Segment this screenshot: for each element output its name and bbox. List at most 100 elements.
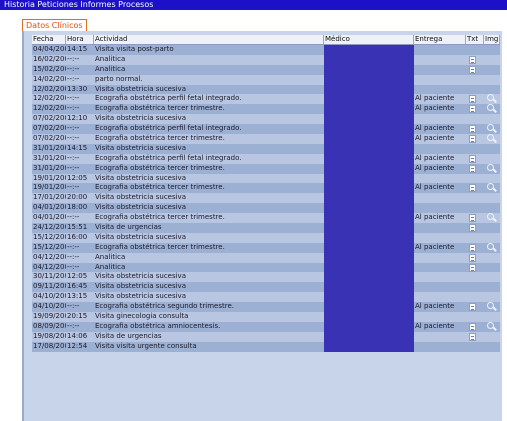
table-row[interactable]: 15/12/200616:00 Visita obstetricia sucesi… <box>32 232 500 243</box>
menu-bar[interactable]: Historia Peticiones Informes Procesos <box>0 0 507 10</box>
document-icon[interactable] <box>469 184 476 193</box>
header-txt[interactable]: Txt <box>466 35 484 44</box>
magnifier-icon[interactable] <box>487 124 494 132</box>
header-medico[interactable]: Médico <box>324 35 414 44</box>
table-row[interactable]: 19/09/200620:15 Visita ginecologia consul… <box>32 312 500 322</box>
cell-fecha: 15/12/2006 <box>33 232 66 241</box>
document-icon[interactable] <box>469 105 476 114</box>
table-row[interactable]: 15/12/2006--:-- Ecografia obstétrica terc… <box>32 242 500 253</box>
document-icon[interactable] <box>469 322 476 331</box>
table-row[interactable]: 15/02/2007--:-- Analitica <box>32 64 500 75</box>
table-row[interactable]: 04/12/2006--:-- Analitica <box>32 262 500 273</box>
cell-medico <box>324 282 414 293</box>
cell-fecha: 07/02/2007 <box>33 124 66 133</box>
header-actividad[interactable]: Actividad <box>94 35 324 44</box>
cell-img <box>484 282 500 292</box>
cell-hora: 12:54 <box>67 341 88 350</box>
magnifier-icon[interactable] <box>487 302 494 310</box>
table-row[interactable]: 09/11/200616:45 Visita obstetricia sucesi… <box>32 282 500 293</box>
document-icon[interactable] <box>469 154 476 163</box>
cell-txt <box>466 164 484 174</box>
table-row[interactable]: 19/01/2007--:-- Ecografia obstétrica terc… <box>32 183 500 194</box>
document-icon[interactable] <box>469 224 476 233</box>
cell-fecha: 19/08/2006 <box>33 331 66 340</box>
menu-bar-text[interactable]: Historia Peticiones Informes Procesos <box>4 0 153 9</box>
table-row[interactable]: 30/11/200612:05 Visita obstetricia sucesi… <box>32 272 500 283</box>
cell-hora: 20:15 <box>67 312 88 321</box>
cell-hora: 12:05 <box>67 272 88 281</box>
document-icon[interactable] <box>469 95 476 104</box>
cell-fecha: 09/11/2006 <box>33 282 66 291</box>
table-row[interactable]: 04/01/2007--:-- Ecografia obstétrica terc… <box>32 213 500 224</box>
cell-txt <box>466 144 484 154</box>
cell-txt <box>466 203 484 213</box>
table-row[interactable]: 19/01/200712:05 Visita obstetricia sucesi… <box>32 173 500 184</box>
cell-hora: --:-- <box>67 302 80 311</box>
document-icon[interactable] <box>469 135 476 144</box>
header-hora[interactable]: Hora <box>66 35 94 44</box>
cell-medico <box>324 94 414 105</box>
table-row[interactable]: 31/01/2007--:-- Ecografia obstétrica perf… <box>32 153 500 164</box>
table-row[interactable]: 31/01/2007--:-- Ecografia obstétrica terc… <box>32 163 500 174</box>
table-row[interactable]: 17/08/200612:54 Visita visita urgente con… <box>32 341 500 352</box>
table-row[interactable]: 07/02/2007--:-- Ecografia obstétrica terc… <box>32 134 500 144</box>
document-icon[interactable] <box>469 214 476 223</box>
cell-img <box>484 124 500 134</box>
document-icon[interactable] <box>469 253 476 262</box>
document-icon[interactable] <box>469 55 476 64</box>
magnifier-icon[interactable] <box>487 242 494 250</box>
table-row[interactable]: 04/04/200714:15 Visita visita post-parto <box>32 45 500 55</box>
header-fecha[interactable]: Fecha <box>32 35 66 44</box>
magnifier-icon[interactable] <box>487 213 494 221</box>
document-icon[interactable] <box>469 263 476 272</box>
table-row[interactable]: 12/02/2007--:-- Ecografia obstétrica terc… <box>32 104 500 115</box>
cell-txt <box>466 282 484 292</box>
table-row[interactable]: 08/09/2006--:-- Ecografia obstétrica amni… <box>32 321 500 332</box>
cell-medico <box>324 252 414 263</box>
document-icon[interactable] <box>469 65 476 74</box>
cell-medico <box>324 114 414 125</box>
magnifier-icon[interactable] <box>487 163 494 171</box>
table-row[interactable]: 07/02/200712:10 Visita obstetricia sucesi… <box>32 114 500 125</box>
table-row[interactable]: 04/10/2006--:-- Ecografia obstétrica segu… <box>32 302 500 313</box>
cell-txt <box>466 174 484 184</box>
table-row[interactable]: 19/08/200614:06 Visita de urgencias <box>32 331 500 342</box>
cell-entrega <box>414 55 466 65</box>
clinical-records-table: Fecha Hora Actividad Médico Entrega Txt … <box>32 35 500 352</box>
table-row[interactable]: 12/02/2007--:-- Ecografia obstétrica perf… <box>32 94 500 105</box>
document-icon[interactable] <box>469 332 476 341</box>
table-row[interactable]: 16/02/2007--:-- Analitica <box>32 54 500 65</box>
cell-hora: --:-- <box>67 213 80 222</box>
magnifier-icon[interactable] <box>487 134 494 142</box>
cell-txt <box>466 302 484 312</box>
header-img[interactable]: Img <box>484 35 500 44</box>
magnifier-icon[interactable] <box>487 321 494 329</box>
magnifier-icon[interactable] <box>487 94 494 102</box>
table-row[interactable]: 04/01/200718:00 Visita obstetricia sucesi… <box>32 203 500 214</box>
document-icon[interactable] <box>469 125 476 134</box>
cell-hora: --:-- <box>67 64 80 73</box>
cell-actividad: Visita obstetricia sucesiva <box>95 193 186 202</box>
document-icon[interactable] <box>469 303 476 312</box>
magnifier-icon[interactable] <box>487 104 494 112</box>
magnifier-icon[interactable] <box>487 183 494 191</box>
header-entrega[interactable]: Entrega <box>414 35 466 44</box>
table-row[interactable]: 14/02/2007--:-- parto normal. <box>32 74 500 85</box>
cell-entrega: Al paciente <box>415 163 455 172</box>
document-icon[interactable] <box>469 164 476 173</box>
cell-fecha: 04/12/2006 <box>33 252 66 261</box>
table-row[interactable]: 12/02/200713:30 Visita obstetricia sucesi… <box>32 84 500 95</box>
cell-hora: --:-- <box>67 242 80 251</box>
table-row[interactable]: 24/12/200615:51 Visita de urgencias <box>32 223 500 233</box>
document-icon[interactable] <box>469 243 476 252</box>
cell-medico <box>324 173 414 184</box>
table-row[interactable]: 04/12/2006--:-- Analitica <box>32 252 500 263</box>
cell-hora: --:-- <box>67 153 80 162</box>
table-row[interactable]: 07/02/2007--:-- Ecografia obstétrica perf… <box>32 124 500 135</box>
cell-entrega <box>414 253 466 263</box>
cell-img <box>484 242 500 253</box>
table-row[interactable]: 17/01/200720:00 Visita obstetricia sucesi… <box>32 193 500 204</box>
cell-img <box>484 213 500 223</box>
table-row[interactable]: 04/10/200613:15 Visita obstetricia sucesi… <box>32 292 500 303</box>
table-row[interactable]: 31/01/200714:15 Visita obstetricia sucesi… <box>32 143 500 154</box>
